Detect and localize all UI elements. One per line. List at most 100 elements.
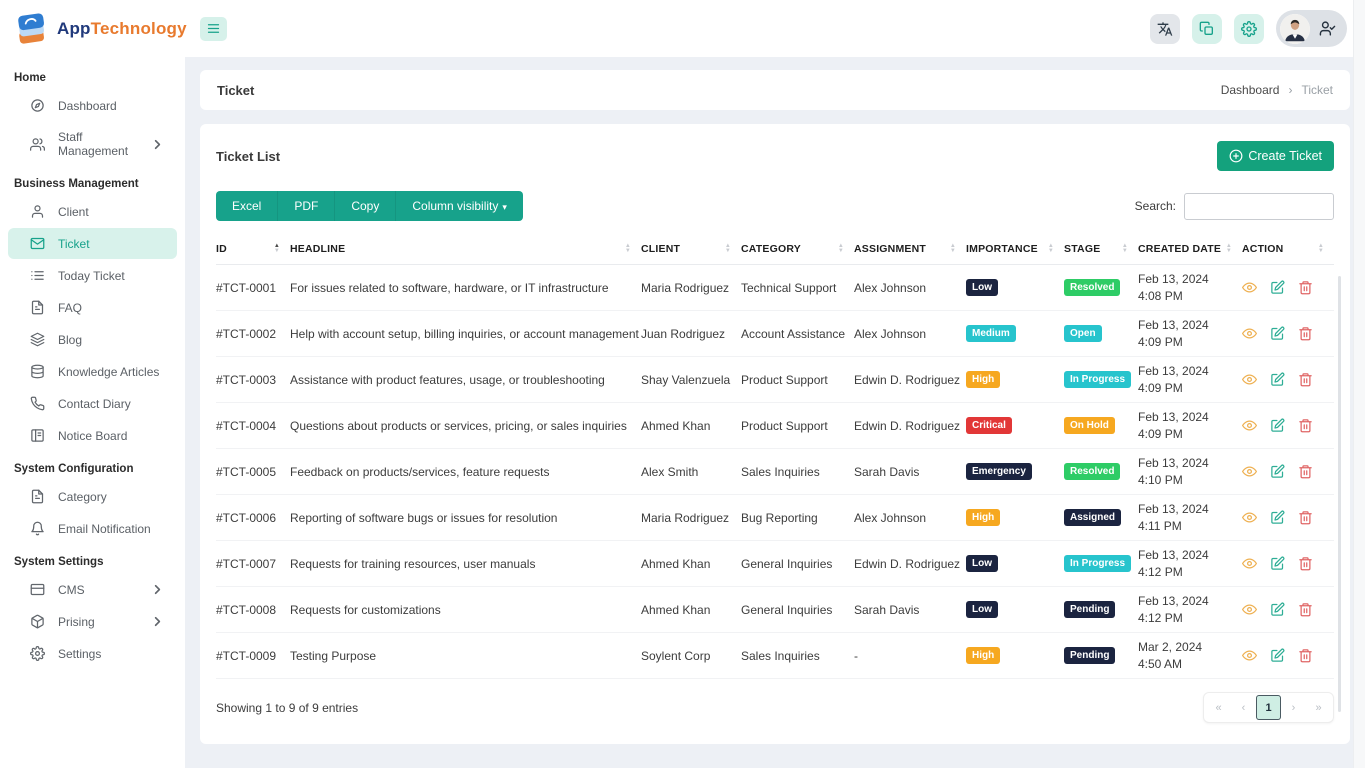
column-header-action[interactable]: ACTION▲▼ <box>1242 234 1334 265</box>
column-header-importance[interactable]: IMPORTANCE▲▼ <box>966 234 1064 265</box>
column-header-created-date[interactable]: CREATED DATE▲▼ <box>1138 234 1242 265</box>
sidebar-item-knowledge-articles[interactable]: Knowledge Articles <box>8 356 177 387</box>
view-ticket-button[interactable] <box>1242 510 1257 525</box>
sidebar-item-ticket[interactable]: Ticket <box>8 228 177 259</box>
pagination-next-button[interactable]: › <box>1281 695 1306 720</box>
stage-badge: Pending <box>1064 601 1115 618</box>
edit-ticket-button[interactable] <box>1270 510 1285 525</box>
translate-button[interactable] <box>1150 14 1180 44</box>
profile-button[interactable] <box>1276 10 1347 47</box>
board-icon <box>30 428 45 443</box>
ticket-client: Shay Valenzuela <box>641 357 741 403</box>
table-scrollbar[interactable] <box>1338 276 1341 712</box>
ticket-id: #TCT-0009 <box>216 633 290 679</box>
search-control: Search: <box>1135 193 1334 220</box>
delete-ticket-button[interactable] <box>1298 648 1313 663</box>
sidebar-item-notice-board[interactable]: Notice Board <box>8 420 177 451</box>
stage-badge: Assigned <box>1064 509 1121 526</box>
copy-button[interactable] <box>1192 14 1222 44</box>
pagination-first-button[interactable]: « <box>1206 695 1231 720</box>
create-ticket-button[interactable]: Create Ticket <box>1217 141 1334 171</box>
importance: High <box>966 357 1064 403</box>
edit-ticket-button[interactable] <box>1270 280 1285 295</box>
search-input[interactable] <box>1184 193 1334 220</box>
delete-ticket-button[interactable] <box>1298 326 1313 341</box>
view-ticket-button[interactable] <box>1242 326 1257 341</box>
importance: High <box>966 633 1064 679</box>
sidebar-toggle-button[interactable] <box>200 17 227 41</box>
ticket-actions <box>1242 403 1334 449</box>
header-actions <box>1150 10 1365 47</box>
ticket-id: #TCT-0007 <box>216 541 290 587</box>
sidebar-item-email-notification[interactable]: Email Notification <box>8 513 177 544</box>
column-visibility-button[interactable]: Column visibility▾ <box>395 191 523 221</box>
sidebar-item-settings[interactable]: Settings <box>8 638 177 669</box>
app-logo[interactable]: AppTechnology <box>0 11 185 47</box>
column-label: ID <box>216 243 227 255</box>
sidebar-item-faq[interactable]: FAQ <box>8 292 177 323</box>
column-header-id[interactable]: ID▲▼ <box>216 234 290 265</box>
edit-ticket-button[interactable] <box>1270 602 1285 617</box>
sidebar-item-staff-management[interactable]: Staff Management <box>8 122 177 166</box>
excel-export-button[interactable]: Excel <box>216 191 277 221</box>
ticket-category: Bug Reporting <box>741 495 854 541</box>
sidebar-item-label: Dashboard <box>58 99 117 113</box>
edit-ticket-button[interactable] <box>1270 556 1285 571</box>
edit-ticket-button[interactable] <box>1270 326 1285 341</box>
ticket-row: #TCT-0009Testing PurposeSoylent CorpSale… <box>216 633 1334 679</box>
pagination-page-1[interactable]: 1 <box>1256 695 1281 720</box>
file-icon <box>30 489 45 504</box>
user-icon <box>30 204 45 219</box>
stage-badge: In Progress <box>1064 371 1131 388</box>
ticket-row: #TCT-0006Reporting of software bugs or i… <box>216 495 1334 541</box>
column-header-headline[interactable]: HEADLINE▲▼ <box>290 234 641 265</box>
view-ticket-button[interactable] <box>1242 602 1257 617</box>
edit-ticket-button[interactable] <box>1270 648 1285 663</box>
column-header-assignment[interactable]: ASSIGNMENT▲▼ <box>854 234 966 265</box>
caret-down-icon: ▾ <box>502 202 507 212</box>
view-ticket-button[interactable] <box>1242 280 1257 295</box>
column-header-stage[interactable]: STAGE▲▼ <box>1064 234 1138 265</box>
sidebar-item-prising[interactable]: Prising <box>8 606 177 637</box>
created-date: Feb 13, 2024 <box>1138 409 1236 426</box>
ticket-assignment: Edwin D. Rodriguez <box>854 541 966 587</box>
delete-ticket-button[interactable] <box>1298 372 1313 387</box>
logo-text-technology: Technology <box>91 19 187 38</box>
sidebar-item-dashboard[interactable]: Dashboard <box>8 90 177 121</box>
edit-ticket-button[interactable] <box>1270 372 1285 387</box>
edit-ticket-button[interactable] <box>1270 464 1285 479</box>
pagination-prev-button[interactable]: ‹ <box>1231 695 1256 720</box>
phone-icon <box>30 396 45 411</box>
delete-ticket-button[interactable] <box>1298 556 1313 571</box>
settings-button[interactable] <box>1234 14 1264 44</box>
pagination-last-button[interactable]: » <box>1306 695 1331 720</box>
ticket-assignment: Edwin D. Rodriguez <box>854 357 966 403</box>
sidebar-item-label: Settings <box>58 647 101 661</box>
column-header-category[interactable]: CATEGORY▲▼ <box>741 234 854 265</box>
sidebar-item-contact-diary[interactable]: Contact Diary <box>8 388 177 419</box>
delete-ticket-button[interactable] <box>1298 510 1313 525</box>
pdf-export-button[interactable]: PDF <box>277 191 334 221</box>
sidebar-item-category[interactable]: Category <box>8 481 177 512</box>
sidebar-item-label: Blog <box>58 333 82 347</box>
created-time: 4:12 PM <box>1138 564 1236 581</box>
view-ticket-button[interactable] <box>1242 556 1257 571</box>
view-ticket-button[interactable] <box>1242 648 1257 663</box>
view-ticket-button[interactable] <box>1242 372 1257 387</box>
column-header-client[interactable]: CLIENT▲▼ <box>641 234 741 265</box>
ticket-created-date: Feb 13, 20244:11 PM <box>1138 495 1242 541</box>
sidebar-item-blog[interactable]: Blog <box>8 324 177 355</box>
breadcrumb-dashboard[interactable]: Dashboard <box>1221 83 1280 97</box>
sidebar-item-client[interactable]: Client <box>8 196 177 227</box>
view-ticket-button[interactable] <box>1242 418 1257 433</box>
delete-ticket-button[interactable] <box>1298 280 1313 295</box>
page-scrollbar[interactable] <box>1353 0 1365 768</box>
view-ticket-button[interactable] <box>1242 464 1257 479</box>
delete-ticket-button[interactable] <box>1298 418 1313 433</box>
sidebar-item-cms[interactable]: CMS <box>8 574 177 605</box>
edit-ticket-button[interactable] <box>1270 418 1285 433</box>
delete-ticket-button[interactable] <box>1298 464 1313 479</box>
delete-ticket-button[interactable] <box>1298 602 1313 617</box>
copy-export-button[interactable]: Copy <box>334 191 395 221</box>
sidebar-item-today-ticket[interactable]: Today Ticket <box>8 260 177 291</box>
